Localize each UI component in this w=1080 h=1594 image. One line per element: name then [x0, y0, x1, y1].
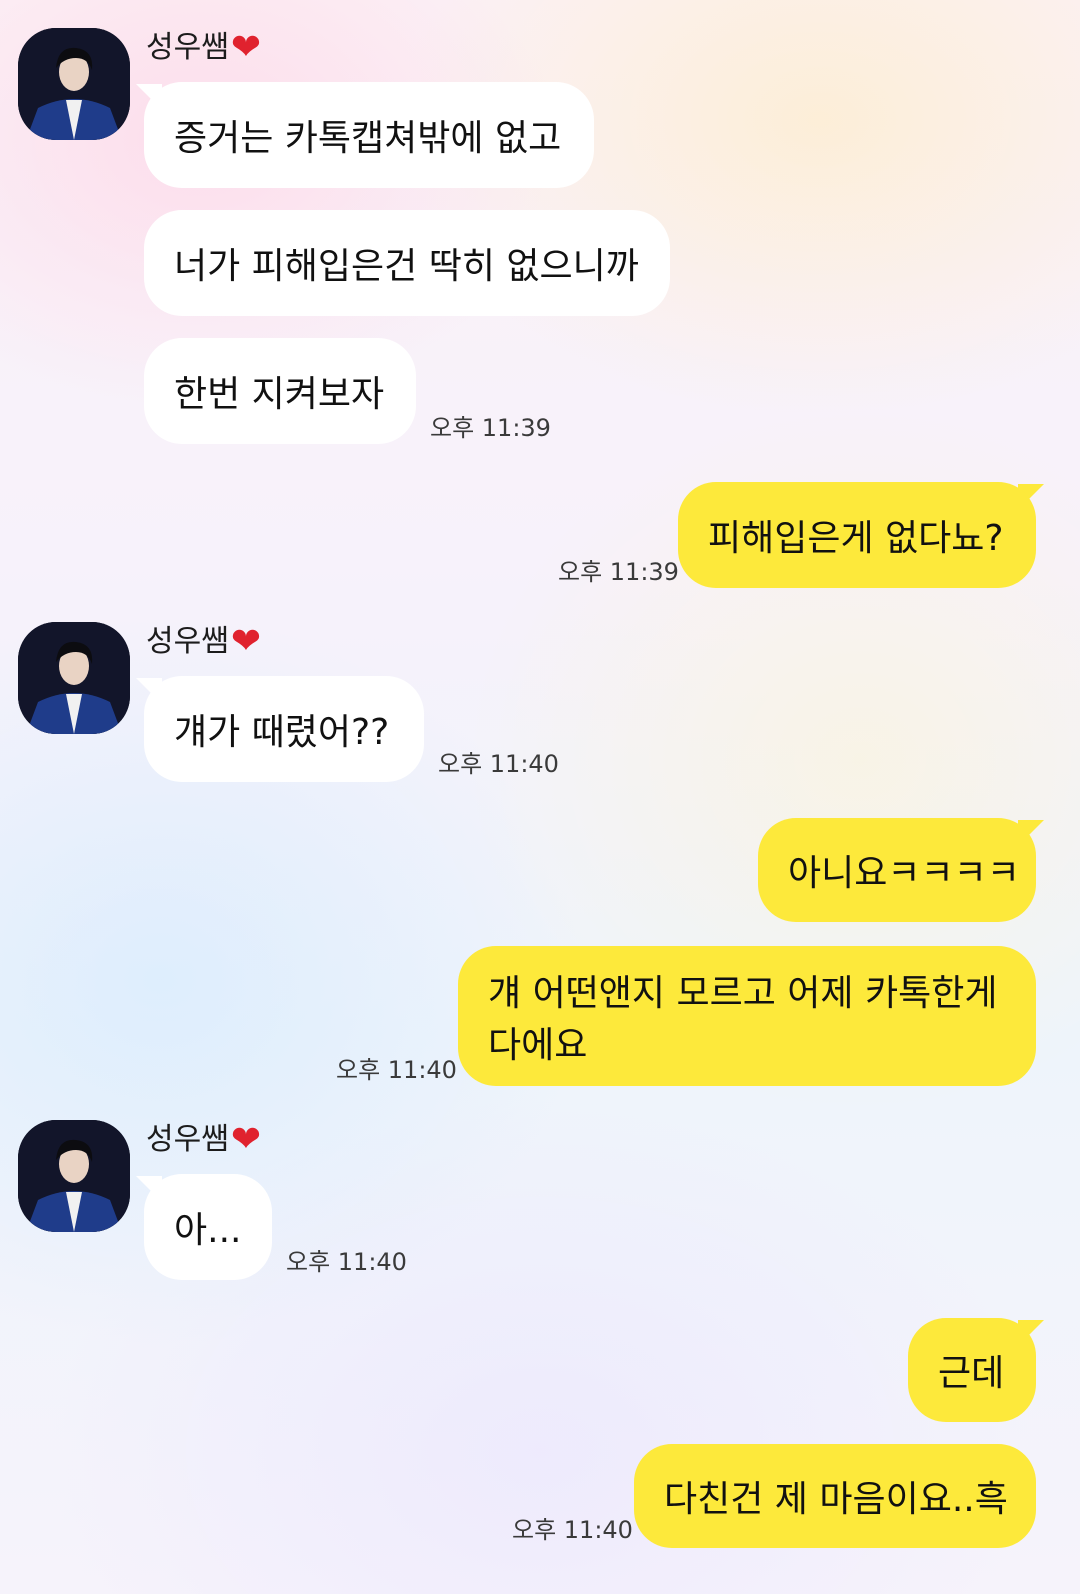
message-timestamp: 오후 11:39 — [430, 414, 551, 442]
contact-name-text: 성우쌤 — [146, 1122, 229, 1157]
message-timestamp: 오후 11:40 — [286, 1248, 407, 1276]
contact-name: 성우쌤 ❤ — [146, 620, 261, 664]
message-bubble-sent[interactable]: 걔 어떤앤지 모르고 어제 카톡한게 다에요 — [458, 946, 1036, 1086]
message-bubble-sent[interactable]: 근데 — [908, 1318, 1036, 1422]
message-bubble-received[interactable]: 한번 지켜보자 — [144, 338, 416, 444]
message-bubble-sent[interactable]: 다친건 제 마음이요..흑 — [634, 1444, 1036, 1548]
message-text: 근데 — [938, 1353, 1005, 1394]
message-text: 다친건 제 마음이요..흑 — [664, 1479, 1008, 1520]
message-text: 피해입은게 없다뇨? — [708, 518, 1004, 559]
profile-photo-icon — [18, 1120, 130, 1232]
contact-name-text: 성우쌤 — [146, 624, 229, 659]
contact-avatar[interactable] — [18, 622, 130, 734]
contact-name-text: 성우쌤 — [146, 30, 229, 65]
message-bubble-received[interactable]: 걔가 때렸어?? — [144, 676, 424, 782]
profile-photo-icon — [18, 622, 130, 734]
message-text: 아니요ㅋㅋㅋㅋ — [788, 853, 1020, 894]
message-timestamp: 오후 11:40 — [512, 1516, 633, 1544]
contact-name: 성우쌤 ❤ — [146, 26, 261, 70]
contact-avatar[interactable] — [18, 1120, 130, 1232]
message-text: 증거는 카톡캡쳐밖에 없고 — [174, 118, 562, 159]
message-bubble-received[interactable]: 증거는 카톡캡쳐밖에 없고 — [144, 82, 594, 188]
message-bubble-received[interactable]: 너가 피해입은건 딱히 없으니까 — [144, 210, 670, 316]
message-text: 아... — [174, 1210, 242, 1251]
heart-icon: ❤ — [230, 1119, 261, 1160]
message-text: 한번 지켜보자 — [174, 374, 385, 415]
message-timestamp: 오후 11:39 — [558, 558, 679, 586]
message-timestamp: 오후 11:40 — [336, 1056, 457, 1084]
message-bubble-sent[interactable]: 아니요ㅋㅋㅋㅋ — [758, 818, 1036, 922]
heart-icon: ❤ — [230, 27, 261, 68]
message-text: 너가 피해입은건 딱히 없으니까 — [174, 246, 639, 287]
contact-name: 성우쌤 ❤ — [146, 1118, 261, 1162]
message-bubble-sent[interactable]: 피해입은게 없다뇨? — [678, 482, 1036, 588]
message-bubble-received[interactable]: 아... — [144, 1174, 272, 1280]
chat-area: 성우쌤 ❤ 증거는 카톡캡쳐밖에 없고 너가 피해입은건 딱히 없으니까 한번 지… — [0, 0, 1080, 1594]
contact-avatar[interactable] — [18, 28, 130, 140]
message-text: 걔 어떤앤지 모르고 어제 카톡한게 다에요 — [488, 973, 998, 1066]
heart-icon: ❤ — [230, 621, 261, 662]
message-timestamp: 오후 11:40 — [438, 750, 559, 778]
profile-photo-icon — [18, 28, 130, 140]
message-text: 걔가 때렸어?? — [174, 712, 390, 753]
